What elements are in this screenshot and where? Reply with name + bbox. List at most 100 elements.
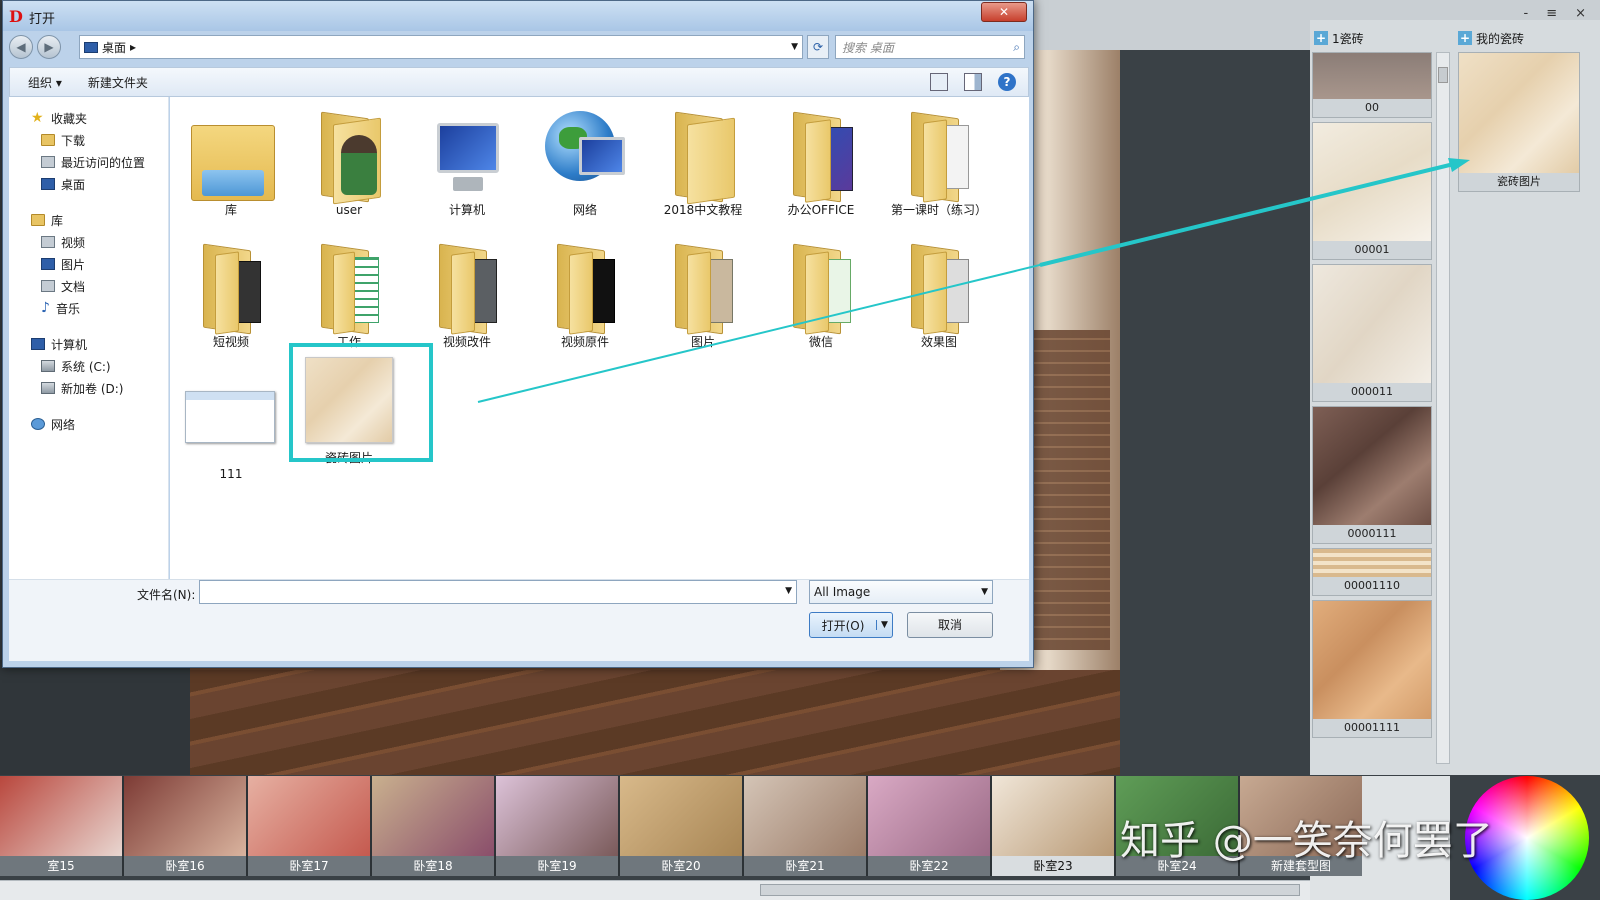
breadcrumb-chevron-icon[interactable]: ▸: [130, 40, 136, 54]
new-folder-button[interactable]: 新建文件夹: [88, 74, 148, 91]
file-label: user: [335, 203, 363, 217]
file-item[interactable]: 视频原件: [530, 235, 640, 350]
tile-item[interactable]: 0000111: [1312, 406, 1432, 544]
back-button[interactable]: ◀: [9, 35, 33, 59]
nav-item-network[interactable]: 网络: [9, 413, 168, 435]
change-view-icon[interactable]: [930, 73, 948, 91]
room-strip-scrollbar[interactable]: [0, 880, 1310, 900]
file-item[interactable]: 短视频: [176, 235, 286, 350]
search-input[interactable]: 搜索 桌面 ⌕: [835, 35, 1025, 59]
dialog-footer: 文件名(N): ▼ All Image ▼ 打开(O) ▼ 取消: [9, 579, 1029, 661]
file-item[interactable]: 第一课时（练习）: [884, 103, 994, 218]
file-item[interactable]: 视频改件: [412, 235, 522, 350]
scrollbar-thumb[interactable]: [1438, 67, 1448, 83]
open-file-dialog: D 打开 ✕ ◀ ▶ 桌面 ▸ ▼ ⟳ 搜索 桌面 ⌕ 组织 ▾ 新建文件夹 ?…: [2, 0, 1034, 668]
nav-item-music[interactable]: ♪ 音乐: [9, 297, 168, 319]
plus-icon: +: [1458, 31, 1472, 45]
help-icon[interactable]: ?: [998, 73, 1016, 91]
nav-item-recent[interactable]: 最近访问的位置: [9, 151, 168, 173]
tile-list: 00 00001 000011 0000111 00001110 0000111…: [1312, 52, 1432, 742]
open-dropdown-icon[interactable]: ▼: [876, 620, 892, 630]
file-item[interactable]: 效果图: [884, 235, 994, 350]
nav-item-videos[interactable]: 视频: [9, 231, 168, 253]
file-item[interactable]: user: [294, 103, 404, 218]
nav-item-drive-c[interactable]: 系统 (C:): [9, 355, 168, 377]
room-label: 卧室16: [124, 856, 246, 876]
tile-item[interactable]: 000011: [1312, 264, 1432, 402]
file-label: 网络: [572, 203, 597, 217]
my-tile-label: 瓷砖图片: [1497, 175, 1541, 188]
nav-item-drive-d[interactable]: 新加卷 (D:): [9, 377, 168, 399]
tile-item[interactable]: 00: [1312, 52, 1432, 118]
tile-item[interactable]: 00001110: [1312, 548, 1432, 596]
filename-input[interactable]: ▼: [199, 580, 797, 604]
nav-item-desktop[interactable]: 桌面: [9, 173, 168, 195]
scrollbar-thumb[interactable]: [760, 884, 1300, 896]
nav-item-pictures[interactable]: 图片: [9, 253, 168, 275]
tile-item[interactable]: 00001111: [1312, 600, 1432, 738]
menu-button[interactable]: ≡: [1546, 6, 1557, 21]
nav-label: 网络: [51, 417, 76, 432]
file-item[interactable]: 工作: [294, 235, 404, 350]
computer-icon: [417, 103, 517, 201]
tile-swatch: [1313, 407, 1431, 525]
address-dropdown-icon[interactable]: ▼: [791, 42, 798, 52]
file-label: 效果图: [920, 335, 957, 349]
file-label: 库: [224, 203, 237, 217]
room-thumbnail[interactable]: 卧室17: [248, 776, 370, 876]
room-image: [620, 776, 742, 856]
my-tile-item[interactable]: 瓷砖图片: [1458, 52, 1580, 192]
room-thumbnail[interactable]: 卧室19: [496, 776, 618, 876]
room-thumbnail[interactable]: 卧室22: [868, 776, 990, 876]
plus-icon: +: [1314, 31, 1328, 45]
room-image: [868, 776, 990, 856]
nav-item-downloads[interactable]: 下载: [9, 129, 168, 151]
address-bar[interactable]: 桌面 ▸ ▼: [79, 35, 803, 59]
file-item[interactable]: 111: [176, 367, 286, 482]
command-bar: 组织 ▾ 新建文件夹 ?: [9, 67, 1029, 97]
close-button[interactable]: ✕: [981, 2, 1027, 22]
refresh-button[interactable]: ⟳: [807, 35, 829, 59]
file-item[interactable]: 2018中文教程: [648, 103, 758, 218]
favorites-header[interactable]: ★ 收藏夹: [9, 107, 168, 129]
room-thumbnail[interactable]: 卧室18: [372, 776, 494, 876]
forward-button[interactable]: ▶: [37, 35, 61, 59]
room-thumbnail[interactable]: 卧室16: [124, 776, 246, 876]
user-folder-icon: [299, 103, 399, 205]
tile-category-tab[interactable]: + 1瓷砖: [1314, 30, 1364, 47]
my-tiles-tab[interactable]: + 我的瓷砖: [1458, 30, 1524, 47]
dialog-titlebar[interactable]: D 打开 ✕: [3, 1, 1033, 31]
file-item[interactable]: 库: [176, 103, 286, 218]
search-icon[interactable]: ⌕: [1013, 40, 1020, 55]
tile-label: 000011: [1313, 383, 1431, 401]
file-label: 微信: [808, 335, 833, 349]
computer-header[interactable]: 计算机: [9, 333, 168, 355]
dropdown-arrow-icon[interactable]: ▼: [785, 586, 792, 596]
desktop-icon: [84, 41, 98, 53]
file-type-filter[interactable]: All Image ▼: [809, 580, 993, 604]
room-thumbnail[interactable]: 卧室21: [744, 776, 866, 876]
search-placeholder: 搜索 桌面: [842, 40, 894, 55]
room-thumbnail-selected[interactable]: 卧室23: [992, 776, 1114, 876]
file-item[interactable]: 微信: [766, 235, 876, 350]
file-item[interactable]: 办公OFFICE: [766, 103, 876, 218]
cancel-button[interactable]: 取消: [907, 612, 993, 638]
folder-icon: [889, 235, 989, 335]
libraries-header[interactable]: 库: [9, 209, 168, 231]
file-item[interactable]: 图片: [648, 235, 758, 350]
file-item[interactable]: 计算机: [412, 103, 522, 218]
file-item[interactable]: 网络: [530, 103, 640, 218]
organize-menu[interactable]: 组织 ▾: [28, 74, 62, 91]
minimize-button[interactable]: -: [1523, 6, 1528, 21]
tile-item[interactable]: 00001: [1312, 122, 1432, 260]
room-thumbnail[interactable]: 室15: [0, 776, 122, 876]
dropdown-arrow-icon[interactable]: ▼: [981, 581, 988, 603]
open-button[interactable]: 打开(O) ▼: [809, 612, 893, 638]
preview-pane-icon[interactable]: [964, 73, 982, 91]
close-app-button[interactable]: ×: [1575, 6, 1586, 21]
room-label: 卧室17: [248, 856, 370, 876]
nav-item-documents[interactable]: 文档: [9, 275, 168, 297]
room-thumbnail[interactable]: 卧室20: [620, 776, 742, 876]
file-label: 视频原件: [560, 335, 609, 349]
tile-list-scrollbar[interactable]: [1436, 52, 1450, 764]
